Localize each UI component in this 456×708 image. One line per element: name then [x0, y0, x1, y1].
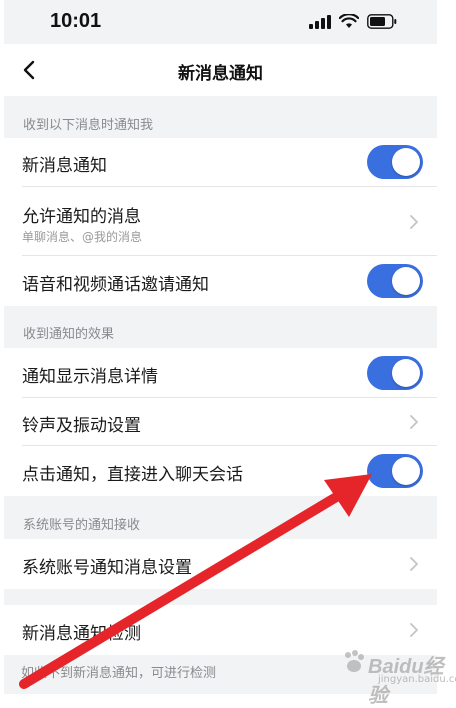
row-new-message-notify: 新消息通知	[4, 138, 437, 187]
new-message-notify-toggle[interactable]	[367, 145, 423, 179]
row-label: 允许通知的消息	[22, 207, 141, 227]
status-icons	[309, 14, 397, 29]
row-label: 语音和视频通话邀请通知	[22, 275, 209, 295]
toggle-knob	[392, 359, 420, 387]
call-invite-notify-toggle[interactable]	[367, 264, 423, 298]
section-header-receive: 收到以下消息时通知我	[23, 118, 154, 133]
signal-icon	[309, 14, 331, 29]
settings-screen: 10:01 新消息通知 收到以下消息时通知我 新消息通知 允许通知的消息 单聊消…	[4, 0, 437, 694]
wifi-icon	[339, 14, 359, 28]
row-subtitle: 单聊消息、@我的消息	[22, 230, 143, 244]
chevron-right-icon	[410, 415, 418, 429]
show-details-toggle[interactable]	[367, 356, 423, 390]
row-label: 点击通知，直接进入聊天会话	[22, 465, 243, 485]
row-ring-vibrate[interactable]: 铃声及振动设置	[4, 398, 437, 446]
status-bar: 10:01	[4, 0, 437, 44]
row-allowed-messages[interactable]: 允许通知的消息 单聊消息、@我的消息	[4, 187, 437, 256]
tap-open-chat-toggle[interactable]	[367, 454, 423, 488]
row-tap-open-chat: 点击通知，直接进入聊天会话	[4, 446, 437, 496]
navigation-bar: 新消息通知	[4, 44, 437, 96]
row-label: 铃声及振动设置	[22, 416, 141, 436]
status-time: 10:01	[50, 10, 102, 32]
chevron-right-icon	[410, 623, 418, 637]
battery-icon	[367, 14, 397, 29]
section-header-effect: 收到通知的效果	[23, 327, 115, 342]
row-label: 新消息通知检测	[22, 624, 141, 644]
chevron-right-icon	[410, 557, 418, 571]
chevron-right-icon	[410, 215, 418, 229]
row-system-account[interactable]: 系统账号通知消息设置	[4, 539, 437, 589]
page-title: 新消息通知	[178, 64, 263, 84]
toggle-knob	[392, 267, 420, 295]
toggle-knob	[392, 148, 420, 176]
toggle-knob	[392, 457, 420, 485]
footer-note: 如收不到新消息通知，可进行检测	[21, 666, 217, 681]
row-label: 通知显示消息详情	[22, 367, 158, 387]
row-label: 新消息通知	[22, 156, 107, 176]
row-label: 系统账号通知消息设置	[22, 558, 192, 578]
baidu-watermark: Baidu经验 jingyan.baidu.com	[338, 638, 456, 707]
row-show-details: 通知显示消息详情	[4, 348, 437, 398]
section-header-system: 系统账号的通知接收	[23, 518, 141, 533]
row-call-invite-notify: 语音和视频通话邀请通知	[4, 256, 437, 306]
watermark-subtext: jingyan.baidu.com	[378, 674, 456, 685]
paw-icon	[345, 650, 364, 672]
